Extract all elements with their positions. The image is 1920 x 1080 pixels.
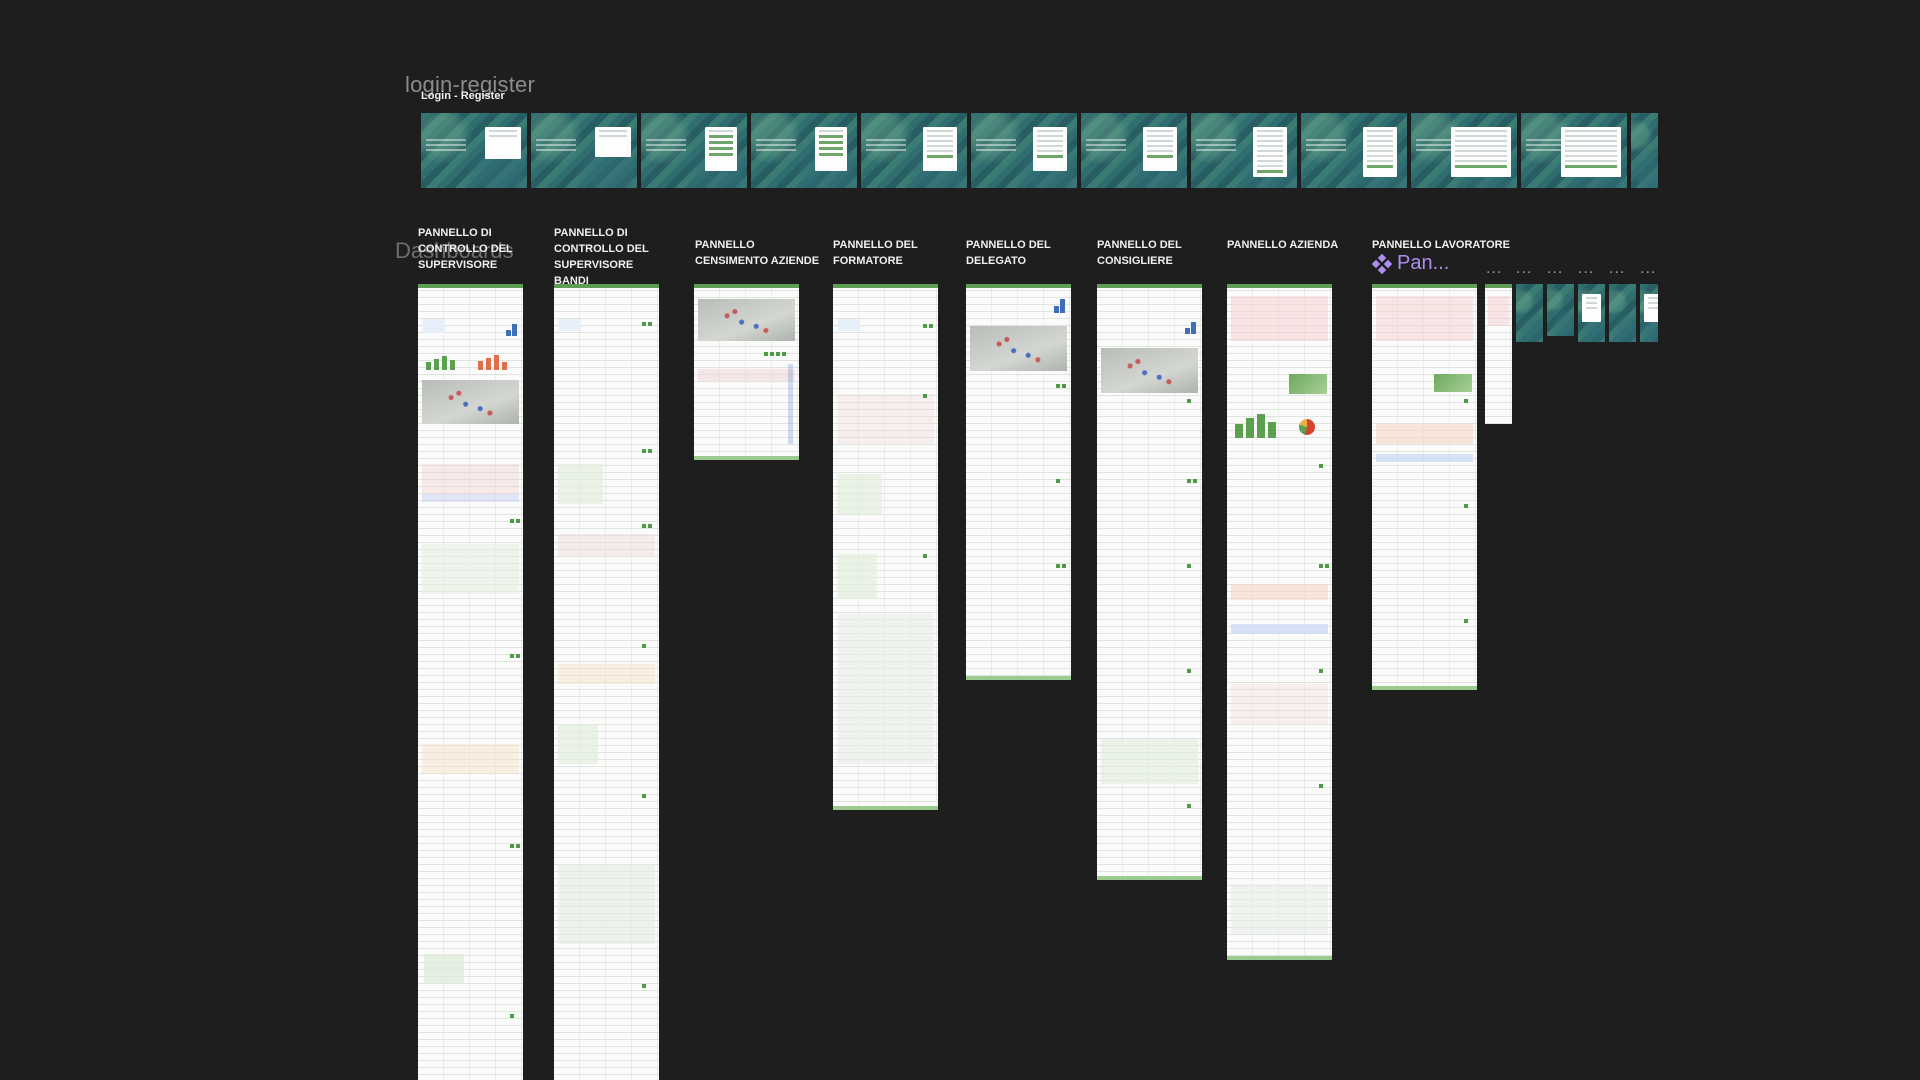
login-frame-thumbnail[interactable] <box>1631 113 1658 188</box>
login-frame-thumbnail[interactable] <box>751 113 857 188</box>
small-frame-thumbnail[interactable] <box>1609 284 1636 342</box>
frame-pannello-censimento-aziende[interactable] <box>694 284 799 460</box>
login-frame-label[interactable]: Login - Register <box>421 88 505 104</box>
frame-label-ellipsis[interactable]: ... <box>1486 261 1502 277</box>
small-frame-thumbnail[interactable] <box>1547 284 1574 336</box>
login-frame-thumbnail[interactable] <box>531 113 637 188</box>
login-frame-thumbnail[interactable] <box>641 113 747 188</box>
frame-pannello-supervisore-bandi[interactable] <box>554 284 659 1080</box>
small-frame-thumbnail[interactable] <box>1578 284 1605 342</box>
login-frame-thumbnail[interactable] <box>421 113 527 188</box>
frame-pannello-azienda[interactable] <box>1227 284 1332 960</box>
frame-label-formatore[interactable]: PANNELLO DEL FORMATORE <box>833 237 923 269</box>
frame-pannello-delegato[interactable] <box>966 284 1071 680</box>
frame-label-ellipsis[interactable]: ... <box>1578 261 1594 277</box>
login-frame-thumbnail[interactable] <box>1191 113 1297 188</box>
frame-label-censimento-aziende[interactable]: PANNELLO CENSIMENTO AZIENDE <box>695 237 820 269</box>
login-frame-thumbnail[interactable] <box>1521 113 1627 188</box>
frame-label-delegato[interactable]: PANNELLO DEL DELEGATO <box>966 237 1056 269</box>
login-frame-thumbnail[interactable] <box>1301 113 1407 188</box>
frame-label-azienda[interactable]: PANNELLO AZIENDA <box>1227 237 1347 253</box>
component-diamond-icon <box>1372 253 1392 274</box>
login-frame-thumbnail[interactable] <box>971 113 1077 188</box>
frame-pannello-lavoratore[interactable] <box>1372 284 1477 690</box>
small-frame-thumbnail[interactable] <box>1640 284 1658 342</box>
frame-pannello-supervisore[interactable] <box>418 284 523 1080</box>
frame-label-lavoratore[interactable]: PANNELLO LAVORATORE <box>1372 237 1512 253</box>
frame-label-ellipsis[interactable]: ... <box>1609 261 1625 277</box>
frame-label-ellipsis[interactable]: ... <box>1640 261 1656 277</box>
frame-pannello-formatore[interactable] <box>833 284 938 810</box>
component-instance-label[interactable]: Pan... <box>1372 252 1449 275</box>
frame-label-ellipsis[interactable]: ... <box>1516 261 1532 277</box>
small-frame-thumbnail[interactable] <box>1516 284 1543 342</box>
login-frame-thumbnail[interactable] <box>1081 113 1187 188</box>
login-frame-thumbnail[interactable] <box>1411 113 1517 188</box>
frame-label-supervisore-bandi[interactable]: PANNELLO DI CONTROLLO DEL SUPERVISORE BA… <box>554 225 669 289</box>
frame-label-supervisore[interactable]: PANNELLO DI CONTROLLO DEL SUPERVISORE <box>418 225 528 273</box>
frame-small-mobile[interactable] <box>1485 284 1512 424</box>
component-instance-name: Pan... <box>1397 252 1450 274</box>
frame-label-ellipsis[interactable]: ... <box>1547 261 1563 277</box>
frame-pannello-consigliere[interactable] <box>1097 284 1202 880</box>
login-frame-thumbnail[interactable] <box>861 113 967 188</box>
frame-label-consigliere[interactable]: PANNELLO DEL CONSIGLIERE <box>1097 237 1192 269</box>
